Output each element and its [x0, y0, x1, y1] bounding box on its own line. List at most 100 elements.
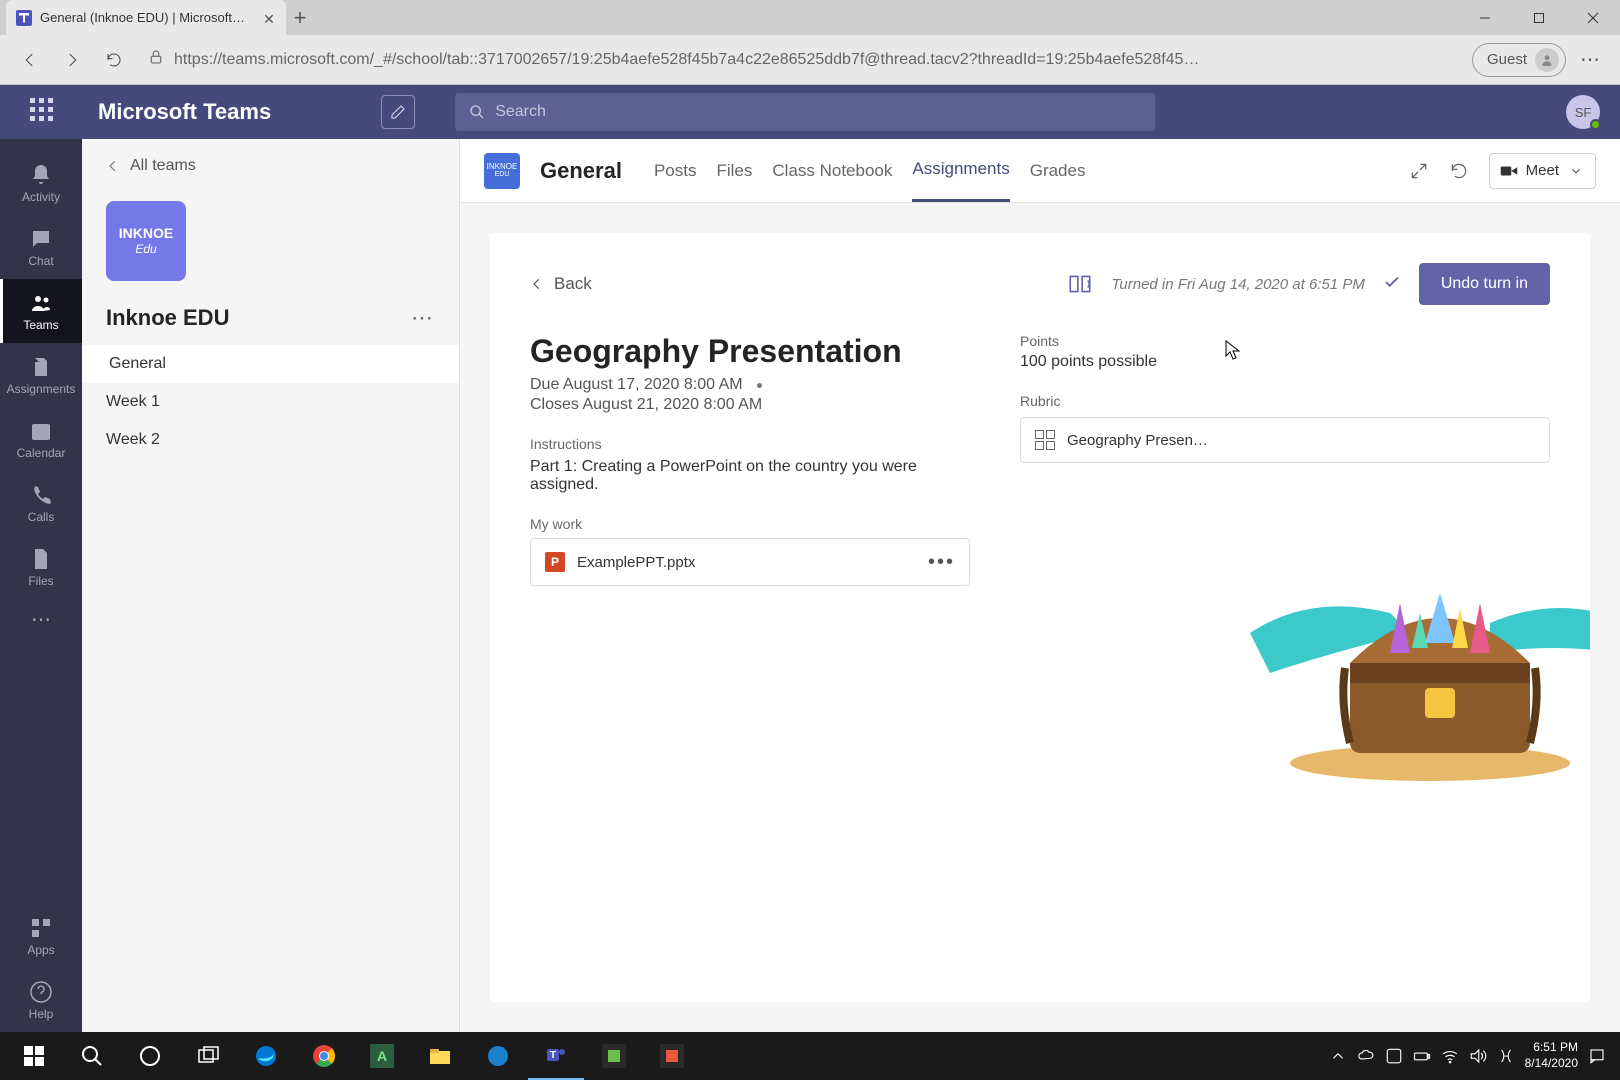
channel-sidebar: All teams INKNOE Edu Inknoe EDU ⋯ Genera… [82, 139, 460, 1032]
compose-button[interactable] [381, 95, 415, 129]
mywork-file[interactable]: ExamplePPT.pptx ••• [530, 538, 970, 586]
rail-chat[interactable]: Chat [0, 215, 82, 279]
forward-button[interactable] [54, 42, 90, 78]
tray-battery-icon[interactable] [1413, 1047, 1431, 1065]
all-teams-link[interactable]: All teams [82, 139, 459, 193]
rail-teams[interactable]: Teams [0, 279, 82, 343]
tab-class-notebook[interactable]: Class Notebook [772, 141, 892, 201]
tab-posts[interactable]: Posts [654, 141, 697, 201]
task-view-icon[interactable] [180, 1032, 236, 1080]
maximize-button[interactable] [1512, 0, 1566, 35]
back-button[interactable] [12, 42, 48, 78]
window-controls [1458, 0, 1620, 35]
svg-text:A: A [377, 1048, 387, 1064]
taskbar-app-edge[interactable] [238, 1032, 294, 1080]
assignment-title: Geography Presentation [530, 333, 970, 370]
taskbar-app-chrome[interactable] [296, 1032, 352, 1080]
close-window-button[interactable] [1566, 0, 1620, 35]
instructions-text: Part 1: Creating a PowerPoint on the cou… [530, 458, 970, 494]
video-icon [1500, 164, 1518, 178]
guest-avatar-icon [1535, 48, 1559, 72]
channel-week2[interactable]: Week 2 [82, 421, 459, 459]
taskbar-app-explorer[interactable] [412, 1032, 468, 1080]
check-icon [1383, 273, 1401, 296]
rubric-link[interactable]: Geography Presen… [1020, 417, 1550, 463]
instructions-label: Instructions [530, 436, 970, 452]
address-bar: https://teams.microsoft.com/_#/school/ta… [0, 35, 1620, 85]
rubric-label: Rubric [1020, 393, 1550, 409]
due-date: Due August 17, 2020 8:00 AM [530, 376, 743, 394]
browser-menu-button[interactable]: ⋯ [1572, 42, 1608, 78]
rail-calls[interactable]: Calls [0, 471, 82, 535]
meet-button[interactable]: Meet [1489, 153, 1596, 189]
points-value: 100 points possible [1020, 353, 1550, 371]
tray-app-icon[interactable] [1385, 1047, 1403, 1065]
team-more-button[interactable]: ⋯ [411, 305, 435, 331]
file-more-button[interactable]: ••• [928, 551, 955, 574]
close-tab-icon[interactable]: ✕ [262, 11, 276, 25]
app-launcher-icon[interactable] [30, 98, 58, 126]
tray-volume-icon[interactable] [1469, 1047, 1487, 1065]
search-input[interactable]: Search [455, 93, 1155, 131]
immersive-reader-icon[interactable] [1067, 271, 1093, 297]
channel-week1[interactable]: Week 1 [82, 383, 459, 421]
rail-help[interactable]: Help [0, 968, 82, 1032]
taskbar-app-teams[interactable]: T [528, 1032, 584, 1080]
taskbar-app-edge2[interactable] [470, 1032, 526, 1080]
url-field[interactable]: https://teams.microsoft.com/_#/school/ta… [138, 49, 1466, 70]
taskbar-app-snagit[interactable] [644, 1032, 700, 1080]
channel-general[interactable]: General [82, 345, 459, 383]
chevron-left-icon [530, 277, 544, 291]
tray-notifications-icon[interactable] [1588, 1047, 1606, 1065]
start-button[interactable] [6, 1032, 62, 1080]
assignment-card: Back Turned in Fri Aug 14, 2020 at 6:51 … [490, 233, 1590, 1002]
channel-header: INKNOEEDU General Posts Files Class Note… [460, 139, 1620, 203]
rail-files[interactable]: Files [0, 535, 82, 599]
chevron-down-icon [1567, 164, 1585, 178]
undo-turn-in-button[interactable]: Undo turn in [1419, 263, 1550, 305]
closes-date: Closes August 21, 2020 8:00 AM [530, 396, 970, 414]
channel-title: General [540, 158, 622, 184]
profile-badge[interactable]: Guest [1472, 43, 1566, 77]
avatar-initials: SF [1575, 105, 1592, 120]
tab-grades[interactable]: Grades [1030, 141, 1086, 201]
expand-icon[interactable] [1409, 161, 1429, 181]
taskbar-search[interactable] [64, 1032, 120, 1080]
browser-tab[interactable]: General (Inknoe EDU) | Microsoft… ✕ [6, 0, 286, 35]
new-tab-button[interactable]: + [286, 5, 314, 31]
presence-indicator [1590, 119, 1601, 130]
back-button[interactable]: Back [530, 274, 592, 294]
guest-label: Guest [1487, 51, 1527, 68]
tray-wifi-icon[interactable] [1441, 1047, 1459, 1065]
rail-apps[interactable]: Apps [0, 904, 82, 968]
turned-in-status: Turned in Fri Aug 14, 2020 at 6:51 PM [1111, 276, 1364, 293]
rail-more[interactable]: ⋯ [0, 599, 82, 639]
minimize-button[interactable] [1458, 0, 1512, 35]
bullet-icon [757, 383, 762, 388]
rail-activity[interactable]: Activity [0, 151, 82, 215]
tab-files[interactable]: Files [716, 141, 752, 201]
taskbar-app-camtasia[interactable] [586, 1032, 642, 1080]
tray-chevron-icon[interactable] [1329, 1047, 1347, 1065]
team-name: Inknoe EDU [106, 305, 229, 331]
user-avatar[interactable]: SF [1566, 95, 1600, 129]
tab-assignments[interactable]: Assignments [912, 139, 1009, 202]
rail-assignments[interactable]: Assignments [0, 343, 82, 407]
rubric-icon [1035, 430, 1055, 450]
chevron-left-icon [106, 159, 120, 173]
windows-taskbar: A T 6:51 PM 8/14/2020 [0, 1032, 1620, 1080]
tray-onedrive-icon[interactable] [1357, 1047, 1375, 1065]
taskbar-clock[interactable]: 6:51 PM 8/14/2020 [1525, 1040, 1578, 1071]
search-icon [469, 104, 485, 120]
taskbar-app-1[interactable]: A [354, 1032, 410, 1080]
left-rail: Activity Chat Teams Assignments Calendar… [0, 139, 82, 1032]
cortana-icon[interactable] [122, 1032, 178, 1080]
channel-avatar: INKNOEEDU [484, 153, 520, 189]
team-avatar[interactable]: INKNOE Edu [106, 201, 186, 281]
refresh-button[interactable] [96, 42, 132, 78]
tray-input-icon[interactable] [1497, 1047, 1515, 1065]
content-area: INKNOEEDU General Posts Files Class Note… [460, 139, 1620, 1032]
reload-icon[interactable] [1449, 161, 1469, 181]
points-label: Points [1020, 333, 1550, 349]
rail-calendar[interactable]: Calendar [0, 407, 82, 471]
